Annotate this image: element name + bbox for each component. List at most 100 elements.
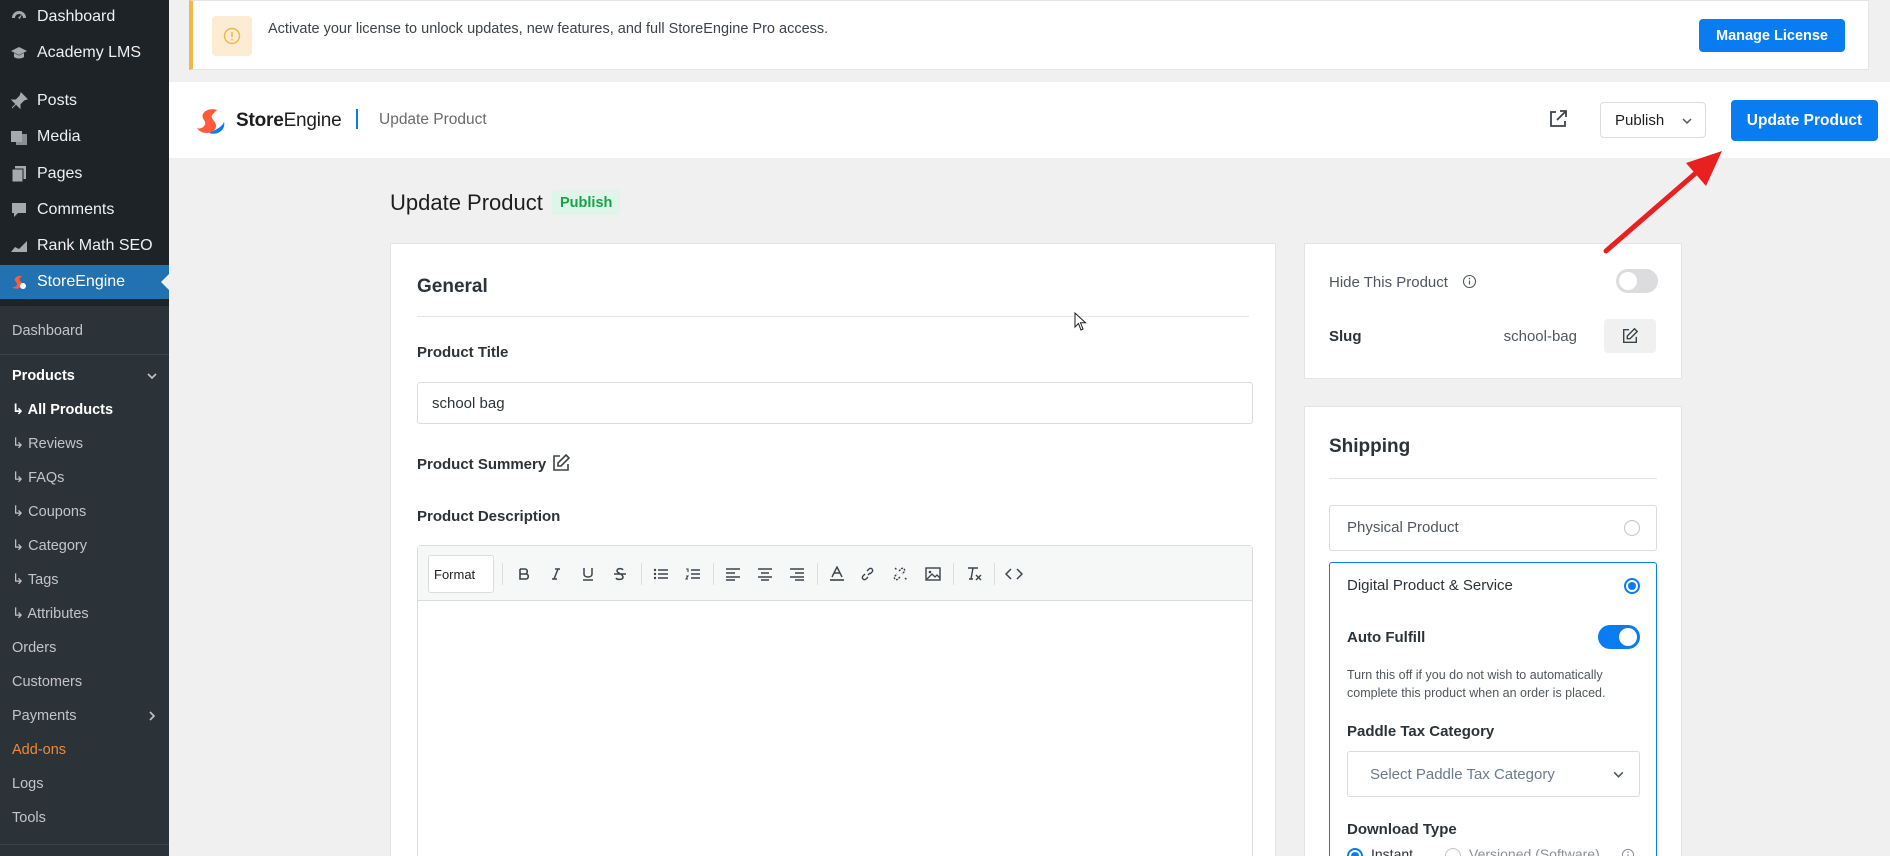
instant-label: Instant (1371, 846, 1414, 856)
edit-slug-button[interactable] (1604, 319, 1656, 353)
underline-icon[interactable] (578, 564, 598, 584)
submenu-divider (0, 354, 169, 355)
submenu-dashboard[interactable]: Dashboard (12, 316, 162, 346)
submenu-payments-label: Payments (12, 708, 77, 724)
menu-label: StoreEngine (37, 273, 126, 290)
menu-storeengine[interactable]: StoreEngine (0, 265, 169, 299)
unlink-icon[interactable] (891, 564, 911, 584)
description-editor: Format (417, 545, 1253, 856)
format-dropdown[interactable]: Format (428, 555, 494, 593)
digital-product-label: Digital Product & Service (1347, 577, 1513, 594)
digital-product-option[interactable]: Digital Product & Service Auto Fulfill T… (1329, 562, 1657, 856)
manage-license-button[interactable]: Manage License (1698, 19, 1845, 52)
dashboard-icon (9, 7, 29, 27)
menu-label: Pages (37, 165, 83, 182)
align-right-icon[interactable] (787, 564, 807, 584)
submenu-orders[interactable]: Orders (12, 633, 162, 663)
instant-radio[interactable] (1347, 848, 1363, 856)
brand-bold: Store (236, 110, 284, 131)
link-icon[interactable] (859, 564, 879, 584)
edit-summary-icon[interactable] (551, 453, 571, 473)
menu-label: Media (37, 128, 81, 145)
comment-icon (9, 200, 29, 220)
menu-posts[interactable]: Posts (0, 84, 169, 118)
menu-rank-math-seo[interactable]: Rank Math SEO (0, 229, 169, 263)
italic-icon[interactable] (546, 564, 566, 584)
submenu-attributes[interactable]: ↳ Attributes (12, 599, 162, 629)
storeengine-logo[interactable]: StoreEngine (195, 106, 342, 136)
menu-label: Comments (37, 201, 115, 218)
toolbar-divider (817, 563, 818, 585)
menu-label: Posts (37, 92, 78, 109)
submenu-all-products[interactable]: ↳ All Products (12, 395, 162, 425)
physical-product-option[interactable]: Physical Product (1329, 505, 1657, 551)
menu-comments[interactable]: Comments (0, 193, 169, 227)
status-select-value: Publish (1615, 111, 1665, 129)
menu-academy-lms[interactable]: Academy LMS (0, 36, 169, 70)
versioned-radio[interactable] (1445, 848, 1461, 856)
numbered-list-icon[interactable] (683, 564, 703, 584)
submenu-logs[interactable]: Logs (12, 769, 162, 799)
auto-fulfill-label: Auto Fulfill (1347, 629, 1426, 646)
media-icon (9, 127, 29, 147)
submenu-tags[interactable]: ↳ Tags (12, 565, 162, 595)
update-product-button[interactable]: Update Product (1731, 100, 1878, 141)
breadcrumb-divider (356, 109, 358, 129)
physical-product-radio[interactable] (1624, 520, 1640, 536)
storeengine-submenu: Dashboard Products ↳ All Products ↳ Revi… (0, 306, 169, 856)
strikethrough-icon[interactable] (610, 564, 630, 584)
divider (1329, 478, 1657, 479)
submenu-tools[interactable]: Tools (12, 803, 162, 833)
auto-fulfill-toggle[interactable] (1598, 625, 1640, 649)
toolbar-divider (502, 563, 503, 585)
submenu-category[interactable]: ↳ Category (12, 531, 162, 561)
code-view-icon[interactable] (1004, 564, 1024, 584)
submenu-reviews[interactable]: ↳ Reviews (12, 429, 162, 459)
versioned-label: Versioned (Software) (1469, 846, 1600, 856)
submenu-customers[interactable]: Customers (12, 667, 162, 697)
info-icon (212, 16, 252, 56)
slug-value: school-bag (1503, 328, 1577, 345)
product-title-input[interactable]: school bag (417, 382, 1253, 424)
page-title: Update Product (390, 190, 543, 215)
status-select[interactable]: Publish (1600, 102, 1706, 138)
toolbar-divider (641, 563, 642, 585)
shipping-heading: Shipping (1329, 436, 1411, 457)
chevron-down-icon (1681, 115, 1693, 127)
clear-formatting-icon[interactable] (964, 564, 984, 584)
auto-fulfill-help: Turn this off if you do not wish to auto… (1347, 668, 1606, 700)
menu-media[interactable]: Media (0, 120, 169, 154)
edit-icon (1622, 327, 1639, 344)
product-description-label: Product Description (417, 508, 561, 525)
paddle-tax-category-select[interactable]: Select Paddle Tax Category (1347, 751, 1640, 797)
menu-dashboard[interactable]: Dashboard (0, 0, 169, 34)
storeengine-icon (9, 272, 29, 292)
info-icon (1621, 848, 1635, 856)
submenu-addons[interactable]: Add-ons (12, 735, 162, 765)
bullet-list-icon[interactable] (651, 564, 671, 584)
align-center-icon[interactable] (755, 564, 775, 584)
menu-label: Dashboard (37, 8, 116, 25)
text-color-icon[interactable] (827, 564, 847, 584)
hide-product-toggle[interactable] (1616, 269, 1658, 293)
bold-icon[interactable] (514, 564, 534, 584)
align-left-icon[interactable] (723, 564, 743, 584)
menu-label: Academy LMS (37, 44, 142, 61)
external-link-icon[interactable] (1547, 108, 1571, 132)
digital-product-radio[interactable] (1624, 578, 1640, 594)
submenu-coupons[interactable]: ↳ Coupons (12, 497, 162, 527)
chevron-down-icon (146, 370, 158, 382)
menu-pages[interactable]: Pages (0, 157, 169, 191)
submenu-faqs[interactable]: ↳ FAQs (12, 463, 162, 493)
paddle-tax-category-label: Paddle Tax Category (1347, 723, 1495, 740)
chevron-right-icon (146, 710, 158, 722)
chevron-down-icon (1612, 768, 1625, 781)
storeengine-logo-icon (197, 109, 225, 134)
submenu-payments[interactable]: Payments (12, 701, 162, 731)
product-title-label: Product Title (417, 344, 509, 361)
divider (417, 316, 1249, 317)
physical-product-label: Physical Product (1347, 519, 1459, 536)
submenu-products[interactable]: Products (12, 361, 162, 391)
submenu-products-label: Products (12, 368, 75, 384)
image-icon[interactable] (923, 564, 943, 584)
